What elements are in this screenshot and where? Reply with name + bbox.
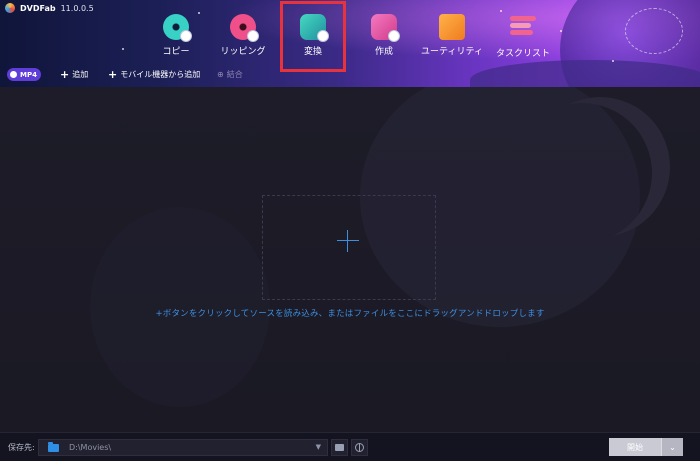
output-path-field[interactable]: D:\Movies\ ▼ [38,439,328,456]
nav-item-utility[interactable]: ユーティリティ [421,14,483,64]
plus-icon: + [108,67,118,81]
badge-icon [247,30,259,42]
nav-label: 作成 [374,47,393,57]
nav-item-copy[interactable]: コピー [145,14,207,64]
app-version: 11.0.0.5 [60,3,94,13]
drop-hint-text: +ボタンをクリックしてソースを読み込み、またはファイルをここにドラッグアンドドロ… [155,309,545,319]
task-list-icon [510,16,536,42]
nav-label: ユーティリティ [421,47,483,57]
selected-module-highlight [280,1,346,72]
add-button[interactable]: + 追加 [60,69,88,80]
add-source-plus-icon[interactable] [337,230,359,252]
merge-label: 結合 [226,70,243,79]
creator-icon [371,14,400,42]
folder-icon [48,441,59,452]
badge-icon [388,30,400,42]
utility-folder-icon [439,14,465,40]
app-logo: DVDFab 11.0.0.5 [5,3,94,13]
add-mobile-label: モバイル機器から追加 [120,70,201,79]
add-label: 追加 [72,70,89,79]
save-to-label: 保存先: [8,443,35,452]
nav-item-creator[interactable]: 作成 [353,14,415,64]
header-banner: DVDFab 11.0.0.5 コピー リッピング 変換 作成 ユーティリティ … [0,0,700,87]
badge-icon [180,30,192,42]
chevron-down-icon: ⌄ [669,442,676,452]
star-decoration [122,48,124,50]
star-decoration [612,60,614,62]
nav-label: タスクリスト [495,49,550,59]
profile-icon [10,71,17,78]
dvdfab-logo-icon [5,3,15,13]
mountain-decoration [470,60,700,87]
nav-label: コピー [162,47,190,57]
plus-icon: + [60,67,70,81]
profile-label: MP4 [20,70,37,79]
online-button[interactable] [351,439,368,456]
start-options-button[interactable]: ⌄ [661,438,683,456]
profile-selector[interactable]: MP4 [7,68,41,81]
nav-item-task-list[interactable]: タスクリスト [492,14,554,64]
merge-button[interactable]: ⊕ 結合 [217,69,243,80]
source-drop-area[interactable]: +ボタンをクリックしてソースを読み込み、またはファイルをここにドラッグアンドドロ… [0,87,700,432]
app-name: DVDFab [20,3,56,13]
start-button[interactable]: 開始 [609,438,661,456]
disc-copy-icon [163,14,192,42]
open-folder-icon [335,444,344,451]
star-decoration [500,10,502,12]
moon-decoration [530,97,670,237]
output-path-value: D:\Movies\ [69,443,112,452]
brain-decoration [625,8,683,54]
star-decoration [560,30,562,32]
nav-item-ripper[interactable]: リッピング [212,14,274,64]
disc-ripper-icon [230,14,259,42]
add-from-mobile-button[interactable]: + モバイル機器から追加 [108,69,200,80]
link-icon: ⊕ [217,70,224,79]
footer-bar: 保存先: D:\Movies\ ▼ 開始 ⌄ [0,432,700,461]
globe-icon [355,443,364,452]
nav-label: リッピング [220,47,266,57]
browse-folder-button[interactable] [331,439,348,456]
chevron-down-icon[interactable]: ▼ [316,443,321,451]
toolbar: MP4 + 追加 + モバイル機器から追加 ⊕ 結合 [0,66,440,84]
